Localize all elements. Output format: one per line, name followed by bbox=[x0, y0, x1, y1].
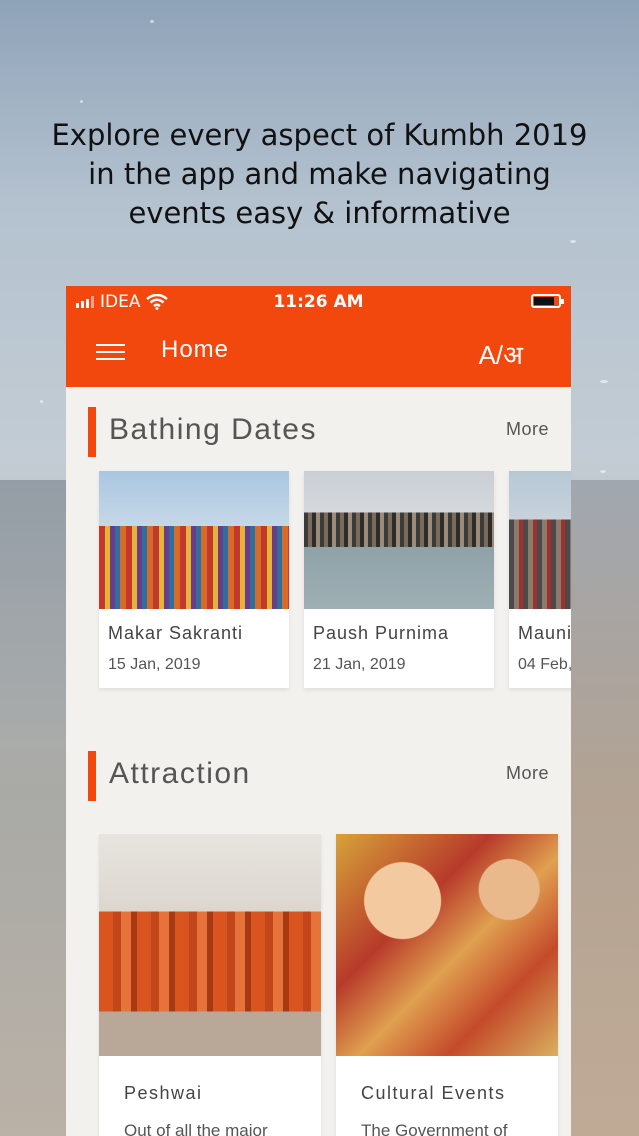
app-bar: IDEA 11:26 AM Home A/अ bbox=[66, 286, 571, 387]
phone-screen: IDEA 11:26 AM Home A/अ Bathing Dates Mor… bbox=[66, 286, 571, 1136]
card-image bbox=[304, 471, 494, 609]
language-toggle-button[interactable]: A/अ bbox=[479, 336, 523, 372]
promo-headline: Explore every aspect of Kumbh 2019 in th… bbox=[0, 116, 639, 233]
card-image bbox=[99, 834, 321, 1056]
card-image bbox=[99, 471, 289, 609]
card-image bbox=[509, 471, 571, 609]
attraction-carousel[interactable]: Peshwai Out of all the major festivities… bbox=[99, 834, 558, 1136]
section-accent-bar bbox=[88, 751, 96, 801]
card-date: 04 Feb, 2019 bbox=[518, 656, 571, 673]
bathing-dates-section: Bathing Dates More Makar Sakranti 15 Jan… bbox=[66, 387, 571, 705]
card-description: Out of all the major festivities that ar… bbox=[124, 1121, 268, 1136]
bathing-date-card[interactable]: Paush Purnima 21 Jan, 2019 bbox=[304, 471, 494, 688]
section-title: Bathing Dates bbox=[109, 413, 317, 446]
attraction-card[interactable]: Peshwai Out of all the major festivities… bbox=[99, 834, 321, 1136]
headline-line: events easy & informative bbox=[128, 196, 511, 230]
attraction-card[interactable]: Cultural Events The Government of Uttar … bbox=[336, 834, 558, 1136]
section-title: Attraction bbox=[109, 757, 251, 790]
hamburger-menu-icon[interactable] bbox=[96, 344, 125, 360]
bathing-dates-more-link[interactable]: More bbox=[506, 419, 549, 440]
background-crowd-right bbox=[569, 480, 639, 1136]
status-time: 11:26 AM bbox=[273, 292, 364, 312]
headline-line: in the app and make navigating bbox=[88, 157, 551, 191]
section-header: Attraction More bbox=[66, 749, 571, 801]
background-speck bbox=[600, 470, 606, 473]
card-date: 21 Jan, 2019 bbox=[313, 656, 406, 673]
card-title: Makar Sakranti bbox=[108, 623, 244, 643]
background-crowd-left bbox=[0, 480, 70, 1136]
card-title: Cultural Events bbox=[361, 1083, 506, 1103]
background-speck bbox=[40, 400, 43, 403]
status-bar: IDEA 11:26 AM bbox=[66, 286, 571, 318]
card-title: Paush Purnima bbox=[313, 623, 450, 643]
background-speck bbox=[570, 240, 576, 243]
background-speck bbox=[150, 20, 154, 23]
card-title: Peshwai bbox=[124, 1083, 203, 1103]
card-image bbox=[336, 834, 558, 1056]
attraction-more-link[interactable]: More bbox=[506, 763, 549, 784]
card-description: The Government of Uttar Pradesh and bbox=[361, 1121, 508, 1136]
background-speck bbox=[600, 380, 608, 383]
bathing-dates-carousel[interactable]: Makar Sakranti 15 Jan, 2019 Paush Purnim… bbox=[99, 471, 571, 688]
background-speck bbox=[80, 100, 83, 103]
bathing-date-card[interactable]: Makar Sakranti 15 Jan, 2019 bbox=[99, 471, 289, 688]
bathing-date-card[interactable]: Mauni Amavasya 04 Feb, 2019 bbox=[509, 471, 571, 688]
app-title: Home bbox=[161, 336, 230, 363]
card-date: 15 Jan, 2019 bbox=[108, 656, 201, 673]
headline-line: Explore every aspect of Kumbh 2019 bbox=[51, 118, 588, 152]
section-accent-bar bbox=[88, 407, 96, 457]
attraction-section: Attraction More Peshwai Out of all the m… bbox=[66, 727, 571, 1136]
card-title: Mauni Amavasya bbox=[518, 623, 571, 643]
section-header: Bathing Dates More bbox=[66, 405, 571, 457]
battery-icon bbox=[531, 294, 564, 308]
